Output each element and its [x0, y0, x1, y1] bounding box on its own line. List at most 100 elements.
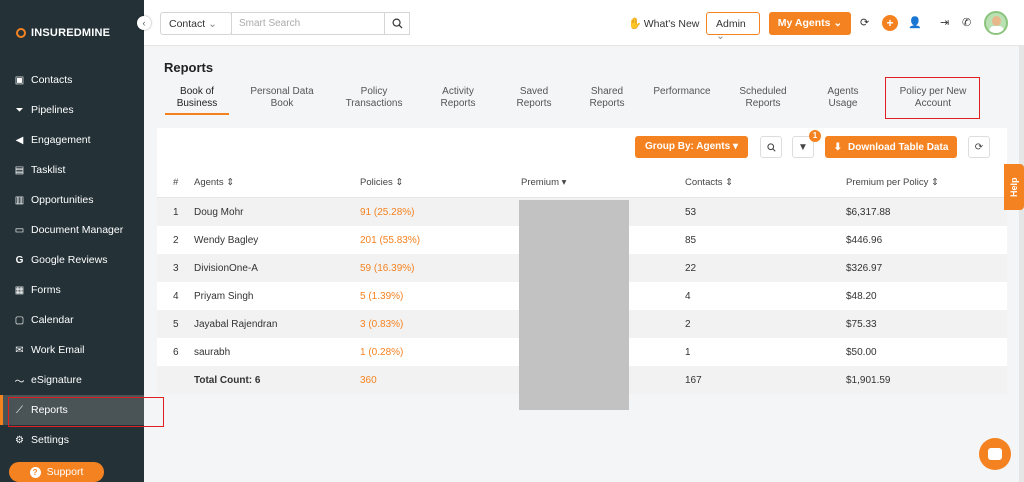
search-scope-select[interactable]: Contact ⌄	[160, 12, 232, 35]
sidebar-item-engagement[interactable]: ◀ Engagement	[0, 125, 144, 155]
brand-logo[interactable]: INSUREDMINE	[16, 27, 110, 39]
col-premium[interactable]: Premium ▾	[521, 177, 566, 188]
group-by-button[interactable]: Group By: Agents ▾	[635, 136, 748, 158]
col-policies[interactable]: Policies ⇕	[360, 177, 403, 188]
sidebar-item-document-manager[interactable]: ▭ Document Manager	[0, 215, 144, 245]
tab-personal-data-book[interactable]: Personal Data Book	[249, 86, 315, 110]
google-icon: G	[15, 254, 24, 266]
cell-agent: Priyam Singh	[194, 291, 254, 302]
logout-icon[interactable]: ⇥	[940, 16, 949, 29]
table-search-button[interactable]	[760, 136, 782, 158]
page-scrollbar[interactable]	[1019, 46, 1024, 482]
sidebar-item-contacts[interactable]: ▣ Contacts	[0, 65, 144, 95]
cell-ppp: $446.96	[846, 235, 883, 246]
cell-num: 1	[173, 207, 179, 218]
tab-performance[interactable]: Performance	[649, 86, 715, 98]
add-button[interactable]: +	[882, 15, 898, 31]
calendar-icon: ▢	[14, 314, 25, 326]
cell-agent: Wendy Bagley	[194, 235, 259, 246]
search-input[interactable]: Smart Search	[231, 12, 385, 35]
avatar-body	[989, 26, 1004, 33]
sidebar-item-work-email[interactable]: ✉ Work Email	[0, 335, 144, 365]
tab-policy-transactions[interactable]: Policy Transactions	[341, 86, 407, 110]
question-icon: ?	[29, 466, 41, 478]
chevron-left-icon: ‹	[142, 18, 146, 28]
search-icon	[392, 18, 403, 29]
chevron-down-icon: ▾	[732, 141, 738, 152]
cell-policies[interactable]: 5 (1.39%)	[360, 291, 403, 302]
chat-icon	[988, 448, 1002, 460]
cell-policies[interactable]: 91 (25.28%)	[360, 207, 414, 218]
reports-highlight-box	[8, 397, 164, 427]
refresh-icon[interactable]: ⟳	[860, 16, 869, 29]
cell-ppp: $75.33	[846, 319, 877, 330]
cell-policies[interactable]: 3 (0.83%)	[360, 319, 403, 330]
chevron-down-icon: ⌄	[208, 18, 217, 30]
support-label: Support	[46, 466, 84, 478]
col-premium-per-policy[interactable]: Premium per Policy ⇕	[846, 177, 939, 188]
avatar[interactable]	[984, 11, 1008, 35]
sort-icon: ⇕	[226, 177, 235, 188]
sort-icon: ⇕	[931, 177, 939, 188]
sidebar-item-pipelines[interactable]: ⏷ Pipelines	[0, 95, 144, 125]
refresh-icon: ⟳	[974, 141, 984, 153]
cell-ppp: $6,317.88	[846, 207, 891, 218]
col-contacts[interactable]: Contacts ⇕	[685, 177, 733, 188]
sidebar-item-calendar[interactable]: ▢ Calendar	[0, 305, 144, 335]
total-contacts: 167	[685, 375, 702, 386]
cell-agent: saurabh	[194, 347, 231, 358]
whats-new-link[interactable]: ✋ What's New	[628, 17, 699, 31]
support-button[interactable]: ? Support	[9, 462, 104, 482]
tab-book-of-business[interactable]: Book of Business	[165, 86, 229, 115]
col-agents[interactable]: Agents ⇕	[194, 177, 234, 188]
chevron-down-icon: ⌄	[716, 30, 725, 42]
cell-agent: Jayabal Rajendran	[194, 319, 278, 330]
search-button[interactable]	[384, 12, 410, 35]
sidebar-item-google-reviews[interactable]: G Google Reviews	[0, 245, 144, 275]
tab-activity-reports[interactable]: Activity Reports	[433, 86, 483, 110]
cell-agent: Doug Mohr	[194, 207, 244, 218]
sidebar-item-label: Work Email	[31, 344, 85, 356]
tab-shared-reports[interactable]: Shared Reports	[582, 86, 632, 110]
reset-button[interactable]: ⟳	[968, 136, 990, 158]
tab-saved-reports[interactable]: Saved Reports	[509, 86, 559, 110]
page-title: Reports	[164, 60, 214, 75]
chevron-down-icon: ⌄	[833, 17, 843, 29]
download-label: Download Table Data	[848, 141, 949, 153]
phone-icon[interactable]: ✆	[962, 16, 971, 29]
mail-icon: ✉	[15, 344, 24, 356]
avatar-head	[992, 16, 1001, 26]
my-agents-button[interactable]: My Agents ⌄	[769, 12, 851, 35]
cell-policies[interactable]: 1 (0.28%)	[360, 347, 403, 358]
tab-highlight-box	[885, 77, 980, 119]
sidebar-item-settings[interactable]: ⚙ Settings	[0, 425, 144, 455]
sidebar-item-tasklist[interactable]: ▤ Tasklist	[0, 155, 144, 185]
tab-scheduled-reports[interactable]: Scheduled Reports	[737, 86, 789, 110]
total-label: Total Count: 6	[194, 375, 261, 386]
sidebar-item-forms[interactable]: ▦ Forms	[0, 275, 144, 305]
search-icon	[766, 142, 776, 152]
bar-chart-icon: ▥	[14, 194, 25, 206]
col-ppp-label: Premium per Policy	[846, 177, 929, 188]
col-contacts-label: Contacts	[685, 177, 723, 188]
col-policies-label: Policies	[360, 177, 393, 188]
tab-agents-usage[interactable]: Agents Usage	[817, 86, 869, 110]
help-tab[interactable]: Help	[1004, 164, 1024, 210]
chat-button[interactable]	[979, 438, 1011, 470]
top-bar: Contact ⌄ Smart Search ✋ What's New Admin…	[144, 0, 1024, 46]
cell-contacts: 85	[685, 235, 697, 246]
cell-policies[interactable]: 201 (55.83%)	[360, 235, 420, 246]
sidebar-item-opportunities[interactable]: ▥ Opportunities	[0, 185, 144, 215]
sidebar-item-esignature[interactable]: 〜 eSignature	[0, 365, 144, 395]
download-table-button[interactable]: ⬇ Download Table Data	[825, 136, 957, 158]
download-icon: ⬇	[833, 141, 842, 153]
cell-contacts: 1	[685, 347, 691, 358]
cell-ppp: $50.00	[846, 347, 877, 358]
cell-policies[interactable]: 59 (16.39%)	[360, 263, 414, 274]
sidebar-item-label: Calendar	[31, 314, 74, 326]
collapse-sidebar-button[interactable]: ‹	[137, 16, 151, 30]
cell-num: 3	[173, 263, 179, 274]
sort-icon: ⇕	[395, 177, 404, 188]
role-select[interactable]: Admin ⌄	[706, 12, 760, 42]
user-icon[interactable]: 👤	[908, 16, 922, 29]
